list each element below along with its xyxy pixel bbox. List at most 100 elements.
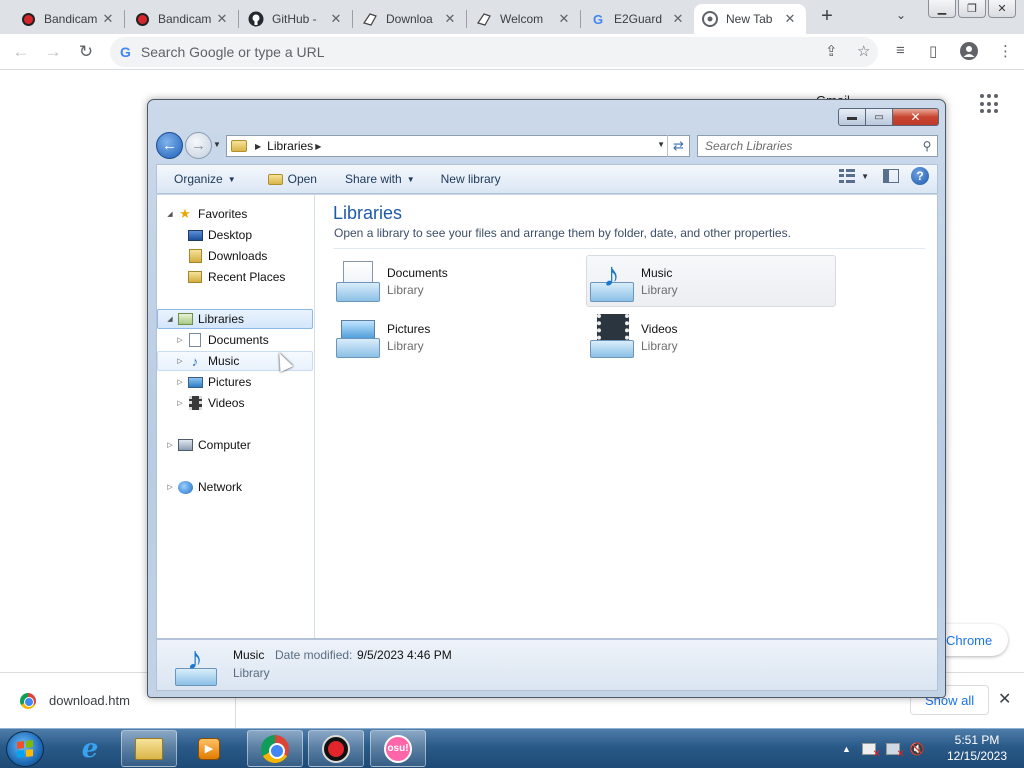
share-with-button[interactable]: Share with ▼ [337,167,423,191]
download-file-name: download.htm [49,693,130,708]
explorer-minimize-button[interactable]: ▬ [838,108,866,126]
library-item-music[interactable]: ♪ Music Library [586,255,836,307]
library-type: Library [387,282,424,297]
browser-tab-download[interactable]: Downloa ✕ [354,4,466,34]
window-close-button[interactable]: ✕ [988,0,1016,18]
refresh-icon[interactable]: ⇄ [667,135,689,157]
nav-desktop[interactable]: Desktop [187,225,252,245]
explorer-maximize-button[interactable]: ▭ [866,108,893,126]
videos-library-icon [587,314,637,360]
explorer-close-button[interactable]: ✕ [893,108,939,126]
explorer-window: ▬ ▭ ✕ ← → ▼ ▶ Libraries ▶ ▼ ⇄ Search Lib… [147,99,946,698]
expand-triangle-icon[interactable]: ▷ [165,483,175,491]
library-item-videos[interactable]: Videos Library [587,311,837,363]
taskbar-bandicam[interactable] [308,730,364,767]
chrome-menu-icon[interactable]: ⋮ [998,42,1013,60]
system-clock[interactable]: 5:51 PM 12/15/2023 [940,732,1014,764]
tab-search-chevron-icon[interactable]: ⌄ [896,8,906,22]
help-icon[interactable]: ? [911,167,929,185]
search-libraries-input[interactable]: Search Libraries ⚲ [697,135,938,157]
nav-recent-places[interactable]: Recent Places [187,267,285,287]
expand-triangle-icon[interactable]: ▷ [175,378,185,386]
organize-button[interactable]: Organize ▼ [166,167,244,191]
breadcrumb-libraries[interactable]: Libraries [267,139,313,153]
close-icon[interactable]: ✕ [442,11,458,27]
start-button[interactable] [6,731,44,767]
volume-muted-icon[interactable]: 🔇 [909,741,925,757]
back-arrow-icon[interactable]: ← [156,132,183,159]
nav-network[interactable]: ▷ Network [165,477,242,497]
close-icon[interactable]: ✕ [556,11,572,27]
taskbar-windows-explorer[interactable] [121,730,177,767]
close-icon[interactable]: ✕ [670,11,686,27]
nav-documents[interactable]: ▷ Documents [175,330,269,350]
taskbar-media-player[interactable]: ▶ [181,730,237,767]
omnibox-placeholder: Search Google or type a URL [140,44,325,60]
breadcrumb-separator-icon[interactable]: ▶ [315,142,321,151]
expand-triangle-icon[interactable]: ▷ [175,399,185,407]
back-arrow-icon[interactable]: ← [10,42,32,62]
browser-tab-bandicam-2[interactable]: Bandicam ✕ [126,4,238,34]
nav-videos[interactable]: ▷ Videos [175,393,244,413]
library-item-pictures[interactable]: Pictures Library [333,311,583,363]
side-panel-icon[interactable]: ▯ [929,42,937,60]
taskbar-osu[interactable]: osu! [370,730,426,767]
expand-triangle-icon[interactable]: ▷ [165,441,175,449]
close-icon[interactable]: ✕ [100,11,116,27]
browser-tab-new-tab[interactable]: New Tab ✕ [694,4,806,34]
taskbar-internet-explorer[interactable]: e [62,730,118,767]
close-download-bar-icon[interactable]: ✕ [998,689,1011,709]
github-icon [248,11,264,27]
expand-triangle-icon[interactable]: ▷ [175,357,185,365]
reload-icon[interactable]: ↻ [75,42,97,62]
new-library-button[interactable]: New library [433,167,509,191]
window-restore-button[interactable]: ❐ [958,0,986,18]
network-disconnected-icon[interactable] [885,741,905,760]
library-type: Library [387,338,424,353]
taskbar-chrome[interactable] [247,730,303,767]
collapse-triangle-icon[interactable]: ◢ [165,210,175,218]
tab-title: Bandicam [44,12,98,26]
close-icon[interactable]: ✕ [214,11,230,27]
browser-tab-e2guardian[interactable]: G E2Guard ✕ [582,4,694,34]
address-dropdown-icon[interactable]: ▼ [657,140,665,149]
search-icon[interactable]: ⚲ [917,139,937,153]
recent-locations-dropdown-icon[interactable]: ▼ [213,140,221,149]
details-pane: ♪ Music Date modified: 9/5/2023 4:46 PM … [156,639,938,691]
open-button[interactable]: Open [260,167,325,191]
address-bar[interactable]: ▶ Libraries ▶ ▼ ⇄ [226,135,690,157]
action-center-flag-icon[interactable] [861,741,881,760]
share-icon[interactable]: ⇪ [825,42,838,60]
omnibox[interactable]: G Search Google or type a URL [110,37,878,67]
profile-avatar-icon[interactable] [960,42,978,64]
browser-tab-bandicam-1[interactable]: Bandicam ✕ [12,4,124,34]
google-apps-grid-icon[interactable] [980,94,1000,114]
library-name: Documents [387,265,448,280]
nav-libraries[interactable]: ◢ Libraries [157,309,313,329]
show-hidden-icons-icon[interactable]: ▲ [842,744,851,754]
nav-computer[interactable]: ▷ Computer [165,435,250,455]
nav-downloads[interactable]: Downloads [187,246,267,266]
browser-tab-welcome[interactable]: Welcom ✕ [468,4,580,34]
close-icon[interactable]: ✕ [328,11,344,27]
preview-pane-icon[interactable] [883,169,899,183]
nav-favorites[interactable]: ◢ ★ Favorites [165,204,247,224]
view-dropdown-icon[interactable]: ▼ [861,172,869,181]
bandicam-record-icon [322,734,350,763]
bookmark-star-icon[interactable]: ☆ [857,42,870,60]
forward-arrow-icon[interactable]: → [42,42,64,62]
change-view-icon[interactable] [839,169,856,183]
new-tab-plus-icon[interactable]: + [816,6,838,28]
library-name: Pictures [387,321,431,336]
library-item-documents[interactable]: Documents Library [333,255,583,307]
expand-triangle-icon[interactable]: ▷ [175,336,185,344]
collapse-triangle-icon[interactable]: ◢ [165,315,175,323]
close-icon[interactable]: ✕ [782,11,798,27]
tab-title: GitHub - [272,12,317,26]
breadcrumb-separator-icon[interactable]: ▶ [255,142,261,151]
media-controls-icon[interactable]: ≡ [896,42,905,59]
forward-arrow-icon[interactable]: → [185,132,212,159]
browser-tab-github[interactable]: GitHub - ✕ [240,4,352,34]
window-minimize-button[interactable]: ▁ [928,0,956,18]
nav-pictures[interactable]: ▷ Pictures [175,372,251,392]
